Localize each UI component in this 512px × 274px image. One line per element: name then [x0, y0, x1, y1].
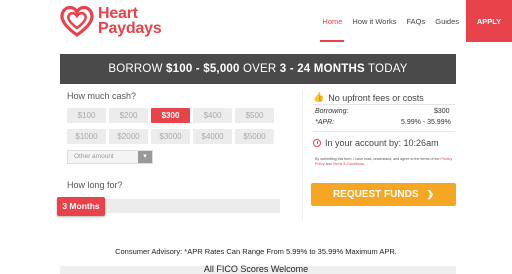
thumbs-up-icon: 👍 — [313, 92, 325, 102]
amount-option-300[interactable]: $300 — [151, 108, 190, 123]
amount-option-500[interactable]: $500 — [235, 108, 274, 123]
fico-heading: All FICO Scores Welcome — [203, 264, 309, 274]
term-label: How long for? — [67, 180, 123, 190]
banner-middle: OVER — [239, 63, 280, 75]
nav-guides[interactable]: Guides — [430, 0, 464, 42]
amount-option-2000[interactable]: $2000 — [109, 129, 148, 144]
main-nav: Home How it Works FAQs Guides APPLY — [317, 0, 512, 42]
borrowing-value: $300 — [434, 108, 450, 115]
request-funds-label: REQUEST FUNDS — [332, 189, 419, 200]
nav-how-it-works[interactable]: How it Works — [347, 0, 401, 42]
heart-logo-icon — [60, 5, 94, 37]
request-funds-button[interactable]: REQUEST FUNDS ❯ — [311, 183, 456, 206]
no-fees-row: 👍 No upfront fees or costs — [313, 92, 424, 103]
amount-option-400[interactable]: $400 — [193, 108, 232, 123]
banner-amount: $100 - $5,000 — [166, 63, 240, 75]
apply-button[interactable]: APPLY — [466, 0, 512, 42]
other-amount-placeholder: Other amount — [74, 153, 114, 160]
amount-option-200[interactable]: $200 — [109, 108, 148, 123]
amount-label: How much cash? — [67, 91, 137, 101]
no-fees-text: No upfront fees or costs — [328, 92, 424, 103]
legal-and: and — [324, 162, 333, 166]
borrow-banner: BORROW $100 - $5,000 OVER 3 - 24 MONTHS … — [60, 54, 456, 84]
nav-faqs[interactable]: FAQs — [401, 0, 430, 42]
borrowing-label: Borrowing: — [315, 108, 349, 115]
banner-prefix: BORROW — [108, 63, 167, 75]
other-amount-select[interactable]: Other amount ▾ — [67, 150, 153, 164]
account-time-text: In your account by: 10:26am — [325, 138, 439, 148]
legal-body: By submitting this form, I have read, un… — [315, 157, 441, 161]
page: Heart Paydays Home How it Works FAQs Gui… — [0, 0, 512, 274]
amount-option-100[interactable]: $100 — [67, 108, 106, 123]
brand-name-line1: Heart — [98, 5, 138, 22]
chevron-right-icon: ❯ — [426, 189, 435, 199]
terms-link[interactable]: Terms & Conditions — [333, 162, 364, 166]
account-time-row: In your account by: 10:26am — [313, 138, 439, 148]
amount-option-5000[interactable]: $5000 — [235, 129, 274, 144]
site-header: Heart Paydays Home How it Works FAQs Gui… — [0, 0, 512, 46]
consumer-advisory: Consumer Advisory: *APR Rates Can Range … — [115, 247, 397, 256]
chevron-down-icon[interactable]: ▾ — [138, 151, 152, 163]
clock-icon — [313, 139, 321, 147]
apr-value: 5.99% - 35.99% — [401, 119, 451, 126]
amount-option-1000[interactable]: $1000 — [67, 129, 106, 144]
logo[interactable]: Heart Paydays — [59, 5, 162, 37]
brand-name: Heart Paydays — [98, 5, 162, 37]
term-slider-handle[interactable]: 3 Months — [57, 197, 105, 216]
apr-label: *APR: — [315, 119, 335, 126]
brand-name-line2: Paydays — [98, 20, 162, 37]
banner-suffix: TODAY — [364, 63, 408, 75]
divider — [313, 104, 455, 105]
panel-divider — [302, 90, 303, 220]
banner-term: 3 - 24 MONTHS — [279, 63, 365, 75]
divider — [313, 131, 455, 132]
legal-end: . — [363, 162, 365, 166]
amount-option-4000[interactable]: $4000 — [193, 129, 232, 144]
legal-text: By submitting this form, I have read, un… — [315, 157, 455, 167]
nav-home[interactable]: Home — [317, 0, 347, 42]
amount-option-3000[interactable]: $3000 — [151, 129, 190, 144]
